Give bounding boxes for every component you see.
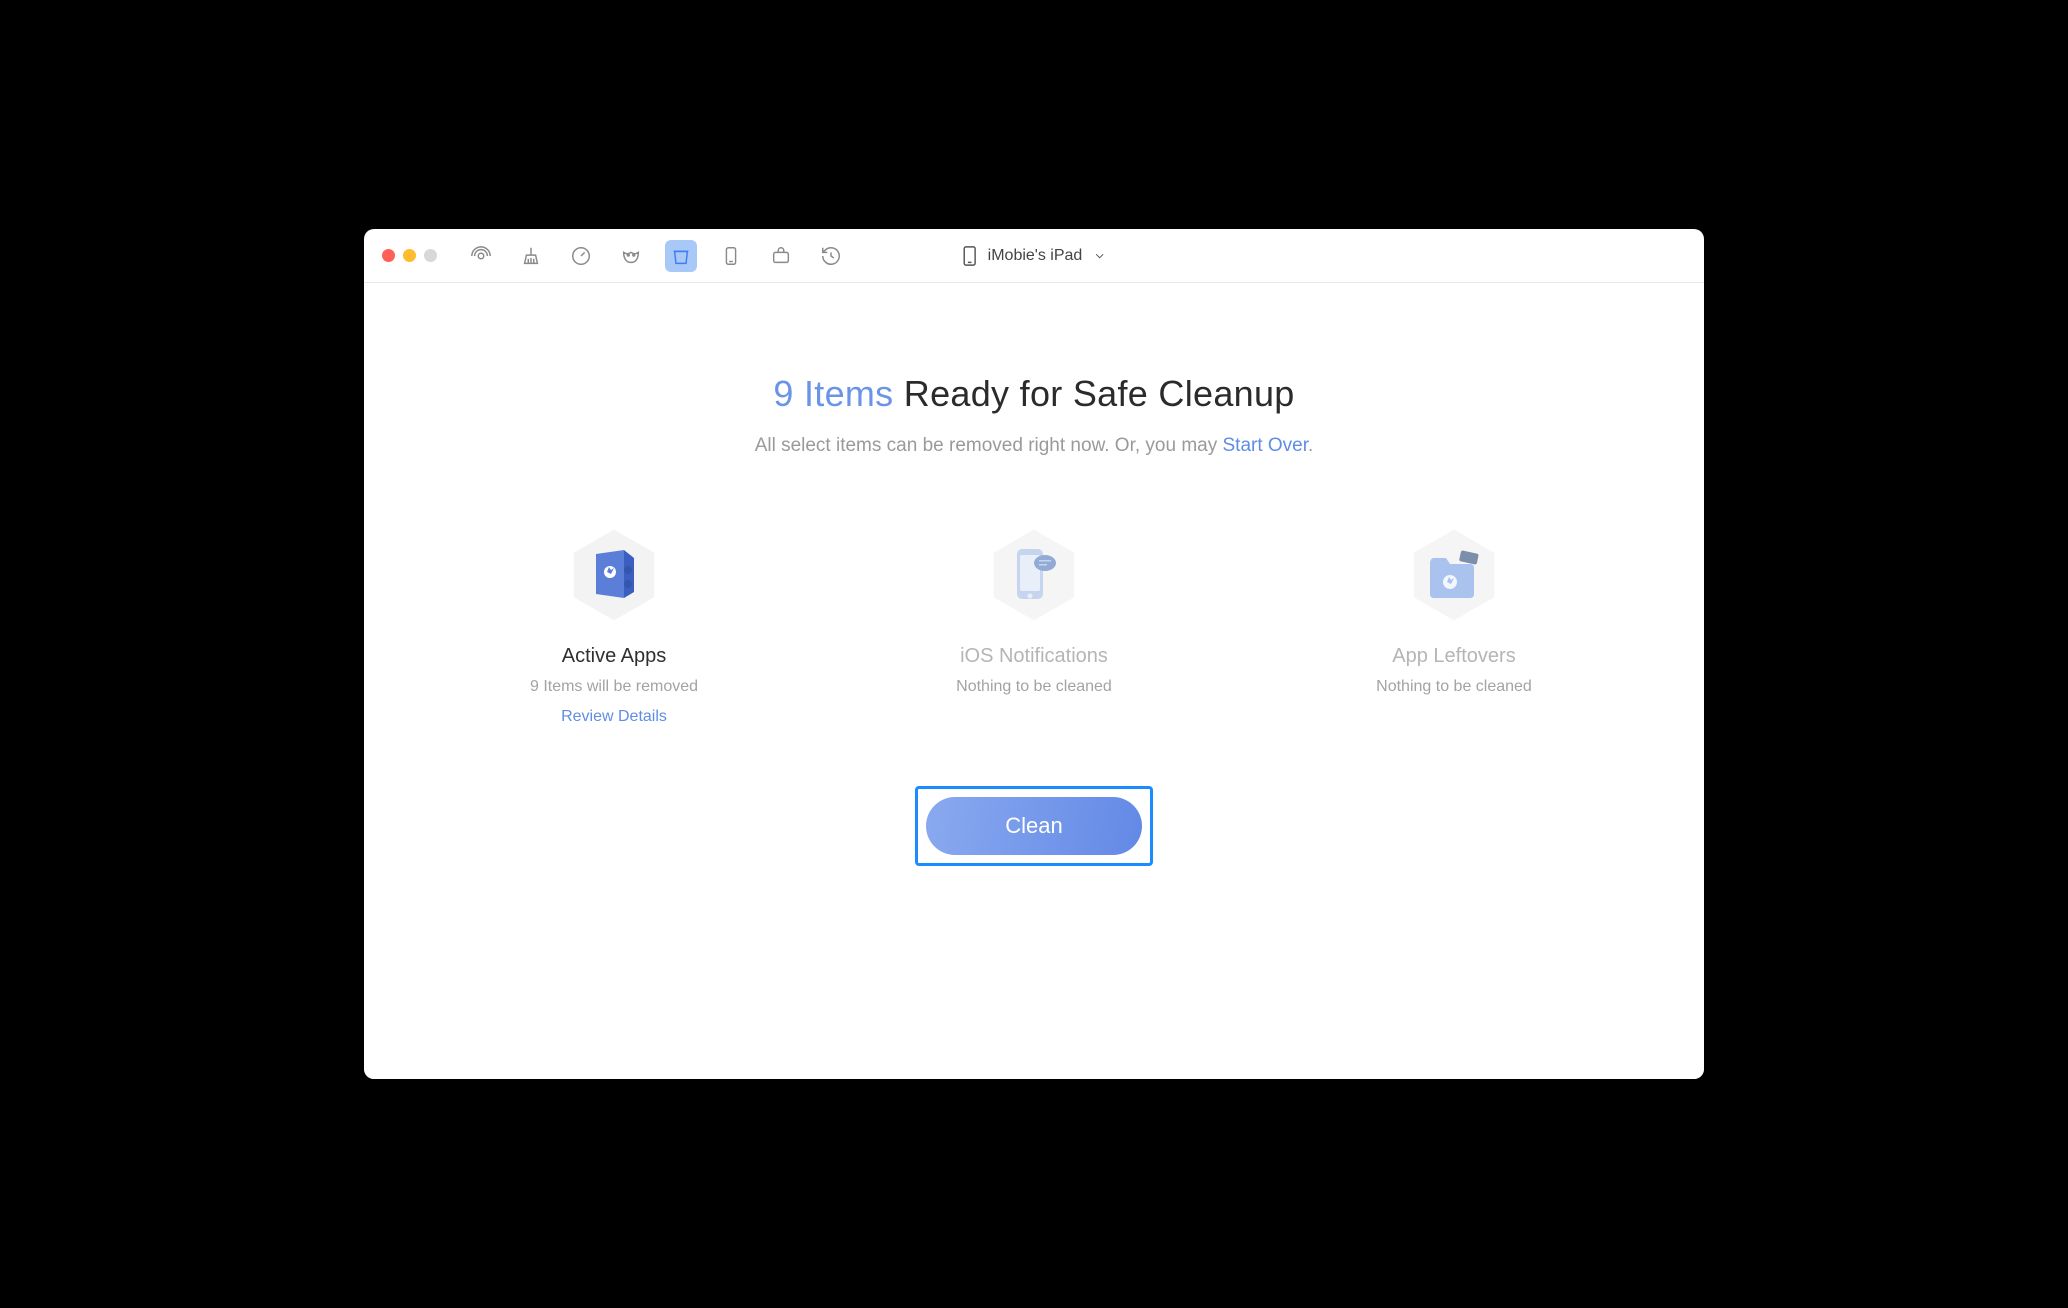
trash-icon[interactable] <box>665 240 697 272</box>
card-active-apps: Active Apps 9 Items will be removed Revi… <box>504 527 724 726</box>
subtitle-prefix: All select items can be removed right no… <box>755 435 1223 456</box>
active-apps-icon <box>571 527 657 623</box>
device-icon <box>962 246 978 266</box>
clean-button[interactable]: Clean <box>926 797 1142 855</box>
minimize-window-button[interactable] <box>403 249 416 262</box>
device-selector[interactable]: iMobie's iPad <box>962 246 1107 266</box>
toolbox-icon[interactable] <box>765 240 797 272</box>
ios-notifications-icon <box>991 527 1077 623</box>
page-title: 9 Items Ready for Safe Cleanup <box>364 373 1704 415</box>
subtitle-suffix: . <box>1308 435 1313 456</box>
card-title: iOS Notifications <box>960 645 1108 668</box>
phone-icon[interactable] <box>715 240 747 272</box>
card-ios-notifications: iOS Notifications Nothing to be cleaned <box>924 527 1144 726</box>
airplay-icon[interactable] <box>465 240 497 272</box>
broom-icon[interactable] <box>515 240 547 272</box>
app-window: iMobie's iPad 9 Items Ready for Safe Cle… <box>364 229 1704 1079</box>
toolbar <box>465 240 847 272</box>
card-subtitle: Nothing to be cleaned <box>1376 678 1532 696</box>
app-leftovers-icon <box>1411 527 1497 623</box>
card-subtitle: Nothing to be cleaned <box>956 678 1112 696</box>
subtitle: All select items can be removed right no… <box>364 435 1704 457</box>
card-app-leftovers: App Leftovers Nothing to be cleaned <box>1344 527 1564 726</box>
device-name: iMobie's iPad <box>988 247 1083 265</box>
card-title: Active Apps <box>562 645 667 668</box>
chevron-down-icon <box>1092 249 1106 263</box>
start-over-link[interactable]: Start Over <box>1223 435 1309 456</box>
window-controls <box>382 249 437 262</box>
item-count: 9 Items <box>773 373 893 414</box>
titlebar: iMobie's iPad <box>364 229 1704 283</box>
main-content: 9 Items Ready for Safe Cleanup All selec… <box>364 283 1704 1079</box>
decorative-mountains <box>364 879 1704 1079</box>
history-icon[interactable] <box>815 240 847 272</box>
category-cards: Active Apps 9 Items will be removed Revi… <box>364 527 1704 726</box>
privacy-mask-icon[interactable] <box>615 240 647 272</box>
card-subtitle: 9 Items will be removed <box>530 678 698 696</box>
zoom-window-button[interactable] <box>424 249 437 262</box>
speed-icon[interactable] <box>565 240 597 272</box>
review-details-link[interactable]: Review Details <box>561 708 667 726</box>
card-title: App Leftovers <box>1392 645 1515 668</box>
clean-button-highlight: Clean <box>915 786 1153 866</box>
title-rest: Ready for Safe Cleanup <box>893 373 1294 414</box>
close-window-button[interactable] <box>382 249 395 262</box>
